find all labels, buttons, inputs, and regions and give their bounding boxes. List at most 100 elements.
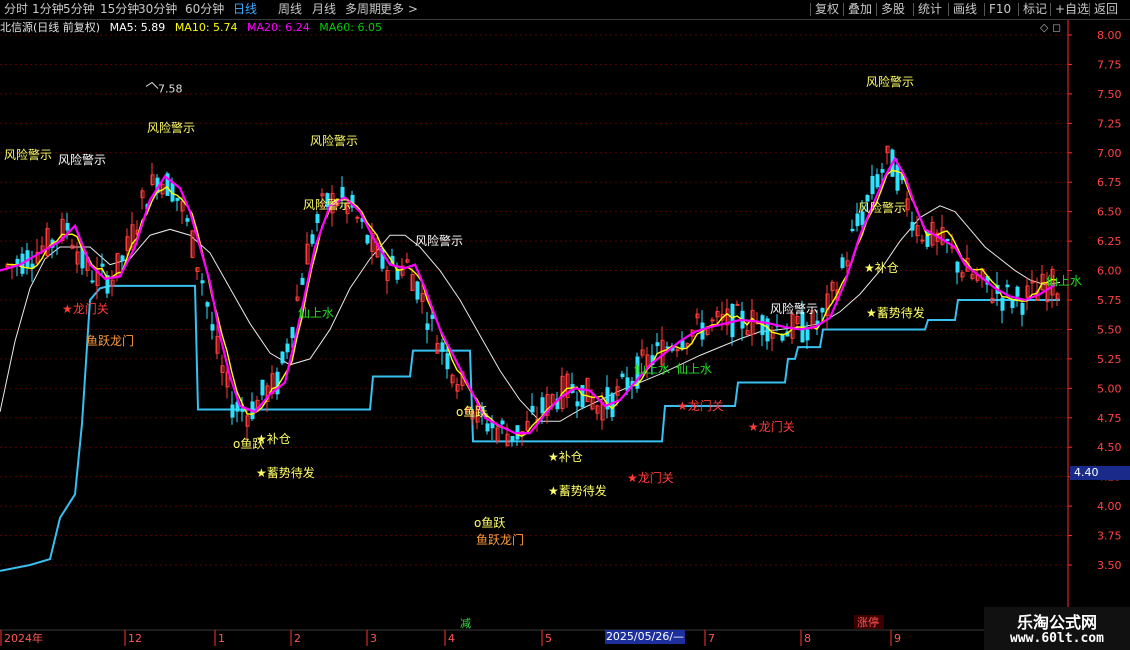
candle-body — [510, 435, 515, 441]
signal-annotation: 风险警示 — [4, 147, 52, 162]
signal-annotation: ★蓄势待发 — [548, 483, 607, 498]
signal-annotation: ★补仓 — [548, 450, 583, 464]
candle-body — [855, 213, 860, 227]
x-tick-label: 8 — [804, 632, 811, 645]
candle-body — [425, 323, 430, 330]
y-tick-label: 3.75 — [1097, 530, 1122, 543]
y-tick-label: 5.00 — [1097, 382, 1122, 395]
candle-body — [870, 175, 875, 195]
signal-annotation: ★龙门关 — [748, 419, 795, 434]
candle-body — [365, 235, 370, 244]
signal-annotation: 风险警示 — [866, 74, 914, 89]
candle-body — [875, 174, 880, 188]
x-tick-label: 5 — [545, 632, 552, 645]
candle-body — [680, 340, 685, 350]
y-tick-label: 6.50 — [1097, 206, 1122, 219]
watermark-title: 乐淘公式网 — [1016, 613, 1097, 632]
y-tick-label: 5.75 — [1097, 294, 1122, 307]
toolbar-separator — [1018, 3, 1019, 16]
candle-body — [485, 423, 490, 432]
candle-body — [805, 329, 810, 341]
toolbar-tab-2[interactable]: 5分钟 — [63, 1, 95, 18]
toolbar-button-8[interactable]: 返回 — [1094, 1, 1118, 18]
candle-body — [655, 342, 660, 347]
toolbar-tab-3[interactable]: 15分钟 — [100, 1, 139, 18]
price-chart[interactable]: 8.00 7.75 7.50 7.25 7.00 6.75 6.50 6.25 6.00 5.75… — [0, 20, 1130, 650]
signal-annotation: ★补仓 — [864, 261, 899, 275]
toolbar-separator — [1089, 3, 1090, 16]
candle-body — [945, 238, 950, 242]
candle-body — [310, 234, 315, 244]
signal-annotation: o鱼跃 — [456, 405, 487, 419]
candle-body — [880, 169, 885, 173]
toolbar-button-7[interactable]: +自选 — [1055, 1, 1089, 18]
toolbar-tab-5[interactable]: 60分钟 — [185, 1, 224, 18]
toolbar-button-6[interactable]: 标记 — [1023, 1, 1047, 18]
y-tick-label: 6.75 — [1097, 176, 1122, 189]
candle-body — [175, 197, 180, 201]
toolbar-tab-0[interactable]: 分时 — [4, 1, 28, 18]
toolbar-separator — [948, 3, 949, 16]
signal-annotation: 风险警示 — [858, 200, 906, 215]
signal-annotation: 仙上水 — [634, 362, 670, 376]
candle-body — [620, 373, 625, 378]
candle-body — [290, 327, 295, 339]
candle-body — [200, 280, 205, 284]
y-tick-label: 7.75 — [1097, 58, 1122, 71]
signal-annotation: 风险警示 — [147, 120, 195, 135]
toolbar-separator — [876, 3, 877, 16]
toolbar-tab-7[interactable]: 周线 — [278, 1, 302, 18]
max-price-label: 7.58 — [158, 82, 183, 95]
candle-body — [445, 353, 450, 370]
candle-body — [710, 319, 715, 322]
candle-body — [210, 324, 215, 331]
y-tick-label: 7.00 — [1097, 147, 1122, 160]
toolbar-separator — [843, 3, 844, 16]
candle-body — [540, 397, 545, 414]
signal-annotation: 风险警示 — [415, 233, 463, 248]
signal-annotation: ★龙门关 — [677, 398, 724, 413]
candle-body — [65, 222, 70, 231]
toolbar-button-3[interactable]: 统计 — [918, 1, 942, 18]
candle-body — [240, 408, 245, 412]
toolbar-tab-10[interactable]: 更多 > — [380, 1, 418, 18]
candle-body — [1000, 297, 1005, 311]
signal-annotation: ★蓄势待发 — [256, 465, 315, 480]
candle-body — [500, 420, 505, 425]
signal-annotation: 风险警示 — [58, 152, 106, 167]
crosshair-date-label: 2025/05/26/— — [605, 630, 685, 644]
signal-annotation: 鱼跃龙门 — [476, 532, 524, 547]
candle-body — [840, 257, 845, 268]
candle-body — [1010, 299, 1015, 308]
candle-body — [675, 349, 680, 352]
toolbar-button-0[interactable]: 复权 — [815, 1, 839, 18]
toolbar-tab-6[interactable]: 日线 — [233, 1, 257, 18]
toolbar-tab-1[interactable]: 1分钟 — [32, 1, 64, 18]
candle-body — [820, 308, 825, 313]
signal-annotation: ★蓄势待发 — [866, 305, 925, 320]
toolbar-separator — [1050, 3, 1051, 16]
toolbar-tab-4[interactable]: 30分钟 — [138, 1, 177, 18]
candle-body — [260, 379, 265, 396]
candle-body — [440, 342, 445, 352]
max-marker — [145, 81, 159, 89]
toolbar-button-1[interactable]: 叠加 — [848, 1, 872, 18]
candle-body — [430, 314, 435, 319]
candle-body — [895, 164, 900, 191]
toolbar-button-2[interactable]: 多股 — [881, 1, 905, 18]
toolbar-button-4[interactable]: 画线 — [953, 1, 977, 18]
signal-annotation: o鱼跃 — [474, 516, 505, 530]
candle-body — [610, 393, 615, 418]
y-tick-label: 6.25 — [1097, 235, 1122, 248]
y-tick-label: 7.25 — [1097, 117, 1122, 130]
y-tick-label: 3.50 — [1097, 559, 1122, 572]
x-tick-label: 3 — [370, 632, 377, 645]
toolbar-tab-9[interactable]: 多周期 — [345, 1, 381, 18]
toolbar-separator — [984, 3, 985, 16]
toolbar-tab-8[interactable]: 月线 — [312, 1, 336, 18]
candle-body — [90, 280, 95, 283]
signal-annotation: 风险警示 — [303, 197, 351, 212]
watermark: 乐淘公式网 www.60lt.com — [984, 607, 1130, 650]
signal-annotation: ★补仓 — [256, 432, 291, 446]
toolbar-button-5[interactable]: F10 — [989, 1, 1011, 18]
